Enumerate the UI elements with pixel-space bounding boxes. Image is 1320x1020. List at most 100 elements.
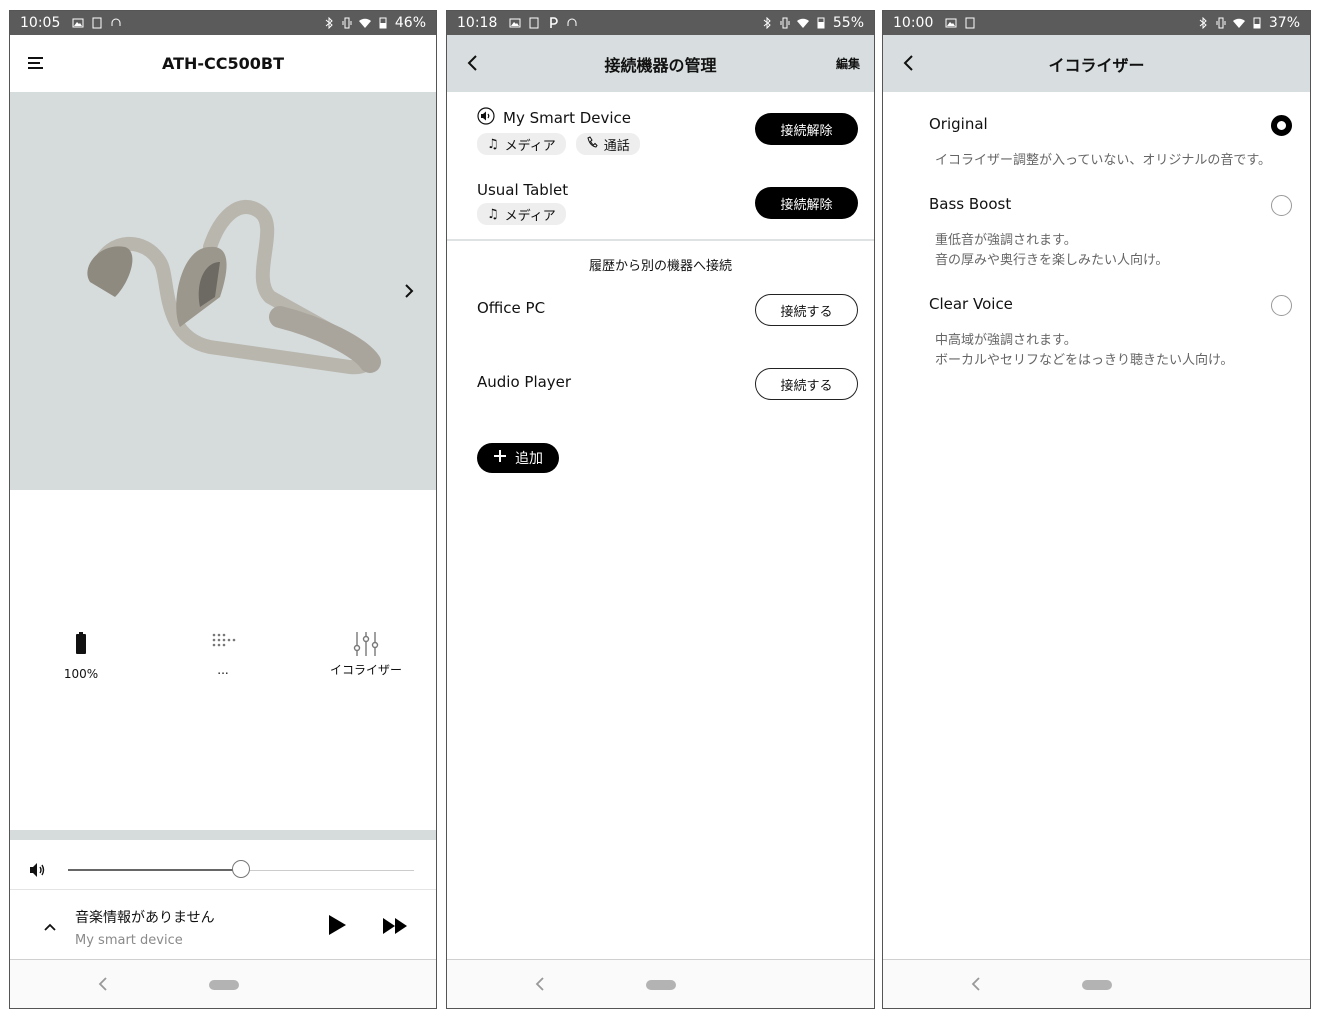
battery-stat: 100% [21, 629, 141, 681]
sim-icon [528, 17, 540, 29]
device-title: ATH-CC500BT [161, 54, 285, 73]
history-section-title: 履歴から別の機器へ接続 [588, 259, 732, 274]
battery-percent: 55% [832, 15, 864, 31]
app-bar: ATH-CC500BT [10, 35, 436, 92]
dots-label: ... [217, 663, 229, 677]
vibrate-icon [341, 17, 353, 29]
radio-selected[interactable] [1271, 115, 1292, 136]
back-arrow-icon[interactable] [463, 53, 483, 73]
bluetooth-icon [761, 17, 773, 29]
page-title: 接続機器の管理 [604, 55, 717, 75]
eq-option-desc: 中高域が強調されます。 ボーカルやセリフなどをはっきり聴きたい人向け。 [935, 331, 1292, 371]
battery-status-icon [815, 17, 827, 29]
image-icon [509, 17, 521, 29]
plus-icon [493, 449, 507, 467]
track-title: 音楽情報がありません [75, 910, 215, 926]
battery-status-icon [1251, 17, 1263, 29]
vibrate-icon [779, 17, 791, 29]
eq-option-clear-voice[interactable]: Clear Voice 中高域が強調されます。 ボーカルやセリフなどをはっきり聴… [929, 295, 1292, 371]
dots-stat[interactable]: ... [163, 629, 283, 677]
play-icon[interactable] [326, 913, 348, 937]
connect-button[interactable]: 接続する [755, 294, 858, 326]
sim-icon [91, 17, 103, 29]
nav-back-icon[interactable] [533, 976, 547, 992]
nav-home-pill[interactable] [1082, 980, 1112, 990]
section-divider [10, 830, 436, 840]
nav-home-pill[interactable] [646, 980, 676, 990]
back-arrow-icon[interactable] [899, 53, 919, 73]
eq-option-bass-boost[interactable]: Bass Boost 重低音が強調されます。 音の厚みや奥行きを楽しみたい人向け… [929, 195, 1292, 271]
connect-button[interactable]: 接続する [755, 368, 858, 400]
equalizer-stat[interactable]: イコライザー [306, 629, 426, 678]
eq-option-name: Bass Boost [929, 195, 1012, 213]
sim-icon [964, 17, 976, 29]
image-icon [72, 17, 84, 29]
volume-slider[interactable] [68, 860, 414, 878]
equalizer-label: イコライザー [329, 663, 402, 677]
connected-device-row: Usual Tablet ♫ メディア 接続解除 [477, 181, 858, 241]
track-source: My smart device [75, 933, 183, 948]
tag-label: メディア [504, 138, 556, 154]
add-device-button[interactable]: 追加 [477, 443, 559, 473]
wifi-icon [1232, 17, 1245, 29]
product-hero [10, 92, 436, 490]
status-time: 10:05 [20, 15, 61, 31]
radio-unselected[interactable] [1271, 295, 1292, 316]
disconnect-button[interactable]: 接続解除 [755, 113, 858, 145]
status-time: 10:18 [457, 15, 498, 31]
edit-button[interactable]: 編集 [836, 55, 860, 72]
device-name: Audio Player [477, 373, 572, 391]
call-tag: 通話 [575, 133, 640, 155]
battery-icon [66, 629, 96, 659]
eq-option-desc: 重低音が強調されます。 音の厚みや奥行きを楽しみたい人向け。 [935, 231, 1292, 271]
tag-label: メディア [504, 208, 556, 224]
equalizer-icon [351, 629, 381, 659]
divider [447, 239, 874, 241]
desc-line: イコライザー調整が入っていない、オリジナルの音です。 [935, 153, 1272, 168]
volume-control [10, 851, 436, 891]
status-bar: 10:05 46% [10, 11, 436, 35]
desc-line: 中高域が強調されます。 [935, 333, 1077, 348]
connected-device-row: My Smart Device ♫ メディア 通話 接続解除 [477, 107, 858, 167]
nav-back-icon[interactable] [96, 976, 110, 992]
fast-forward-icon[interactable] [381, 916, 411, 936]
media-tag: ♫ メディア [477, 133, 566, 155]
equalizer-screen: 10:00 37% イコライザー Original イコライザー調整が入っていな… [882, 10, 1311, 1009]
radio-unselected[interactable] [1271, 195, 1292, 216]
battery-label: 100% [63, 667, 99, 681]
nav-home-pill[interactable] [209, 980, 239, 990]
chevron-right-icon[interactable] [402, 282, 416, 300]
wifi-icon [358, 17, 371, 29]
system-nav-bar [883, 959, 1310, 1008]
parking-icon [547, 17, 559, 29]
headphone-icon [566, 17, 578, 29]
volume-thumb[interactable] [232, 860, 250, 878]
menu-icon[interactable] [26, 53, 46, 73]
nav-back-icon[interactable] [969, 976, 983, 992]
media-tag: ♫ メディア [477, 203, 566, 225]
add-label: 追加 [515, 451, 543, 467]
desc-line: 重低音が強調されます。 [935, 233, 1077, 248]
eq-option-desc: イコライザー調整が入っていない、オリジナルの音です。 [935, 151, 1292, 171]
eq-option-name: Clear Voice [929, 295, 1013, 313]
bluetooth-icon [1197, 17, 1209, 29]
page-title: イコライザー [1048, 55, 1145, 75]
chevron-up-icon[interactable] [42, 918, 58, 931]
device-name: My Smart Device [503, 109, 632, 127]
history-device-row: Audio Player 接続する [477, 367, 858, 401]
battery-status-icon [377, 17, 389, 29]
disconnect-button[interactable]: 接続解除 [755, 187, 858, 219]
music-note-icon: ♫ [487, 206, 499, 222]
app-bar: 接続機器の管理 編集 [447, 35, 874, 92]
speaker-icon [477, 107, 495, 129]
status-time: 10:00 [893, 15, 934, 31]
battery-percent: 37% [1268, 15, 1300, 31]
device-name: Usual Tablet [477, 181, 569, 199]
device-management-screen: 10:18 55% 接続機器の管理 編集 My Smart Device ♫ メデ… [446, 10, 875, 1009]
now-playing-bar[interactable]: 音楽情報がありません My smart device [10, 889, 436, 962]
status-bar: 10:18 55% [447, 11, 874, 35]
system-nav-bar [10, 959, 436, 1008]
eq-option-original[interactable]: Original イコライザー調整が入っていない、オリジナルの音です。 [929, 115, 1292, 171]
wifi-icon [796, 17, 809, 29]
music-note-icon: ♫ [487, 136, 499, 152]
